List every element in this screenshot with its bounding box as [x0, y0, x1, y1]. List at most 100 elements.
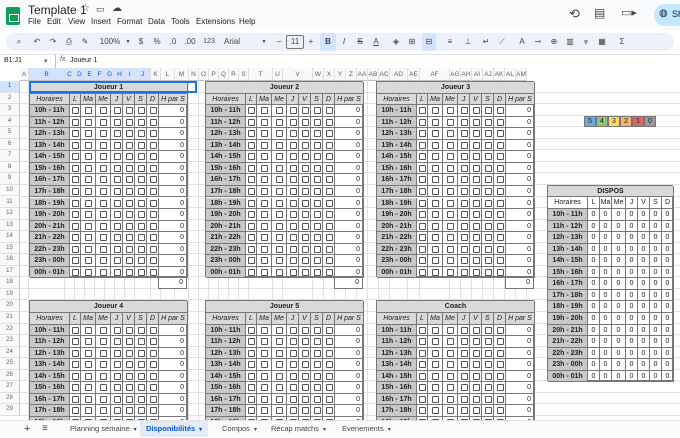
- availability-checkbox[interactable]: [419, 361, 426, 369]
- text-wrap-icon[interactable]: ↵: [480, 33, 492, 51]
- availability-checkbox[interactable]: [261, 338, 268, 346]
- availability-checkbox[interactable]: [149, 164, 157, 172]
- availability-checkbox[interactable]: [261, 130, 268, 138]
- availability-checkbox[interactable]: [460, 372, 468, 380]
- availability-checkbox[interactable]: [85, 245, 92, 253]
- availability-checkbox[interactable]: [149, 107, 157, 115]
- availability-checkbox[interactable]: [276, 245, 283, 253]
- availability-checkbox[interactable]: [149, 395, 157, 403]
- availability-checkbox[interactable]: [484, 130, 492, 138]
- availability-checkbox[interactable]: [85, 187, 92, 195]
- availability-checkbox[interactable]: [313, 326, 321, 334]
- availability-checkbox[interactable]: [432, 199, 439, 207]
- sheet-tab[interactable]: Compos ▾: [222, 421, 257, 437]
- availability-checkbox[interactable]: [301, 234, 309, 242]
- availability-checkbox[interactable]: [325, 257, 333, 265]
- availability-checkbox[interactable]: [496, 326, 504, 334]
- availability-checkbox[interactable]: [113, 384, 121, 392]
- availability-checkbox[interactable]: [149, 118, 157, 126]
- availability-checkbox[interactable]: [85, 211, 92, 219]
- availability-checkbox[interactable]: [261, 107, 268, 115]
- availability-checkbox[interactable]: [72, 153, 79, 161]
- availability-checkbox[interactable]: [496, 384, 504, 392]
- column-header-am[interactable]: AM: [516, 68, 527, 81]
- availability-checkbox[interactable]: [496, 395, 504, 403]
- availability-checkbox[interactable]: [137, 234, 145, 242]
- row-header-21[interactable]: 21: [0, 312, 20, 324]
- availability-checkbox[interactable]: [460, 176, 468, 184]
- availability-checkbox[interactable]: [301, 245, 309, 253]
- sheet-tab[interactable]: Evenements ▾: [342, 421, 391, 437]
- availability-checkbox[interactable]: [137, 384, 145, 392]
- availability-checkbox[interactable]: [137, 118, 145, 126]
- availability-checkbox[interactable]: [72, 338, 79, 346]
- availability-checkbox[interactable]: [248, 187, 255, 195]
- row-header-22[interactable]: 22: [0, 323, 20, 336]
- availability-checkbox[interactable]: [325, 211, 333, 219]
- availability-checkbox[interactable]: [447, 245, 454, 253]
- availability-checkbox[interactable]: [276, 199, 283, 207]
- text-color-icon[interactable]: A: [370, 33, 382, 51]
- availability-checkbox[interactable]: [100, 407, 107, 415]
- column-header-c[interactable]: C: [65, 68, 75, 81]
- availability-checkbox[interactable]: [289, 107, 297, 115]
- row-header-7[interactable]: 7: [0, 150, 20, 162]
- availability-checkbox[interactable]: [289, 222, 297, 230]
- availability-checkbox[interactable]: [276, 118, 283, 126]
- insert-link-icon[interactable]: ⊸: [532, 33, 544, 51]
- availability-checkbox[interactable]: [484, 395, 492, 403]
- availability-checkbox[interactable]: [447, 372, 454, 380]
- availability-checkbox[interactable]: [484, 107, 492, 115]
- availability-checkbox[interactable]: [276, 384, 283, 392]
- availability-checkbox[interactable]: [460, 338, 468, 346]
- availability-checkbox[interactable]: [496, 268, 504, 276]
- availability-checkbox[interactable]: [447, 211, 454, 219]
- availability-checkbox[interactable]: [313, 338, 321, 346]
- availability-checkbox[interactable]: [313, 118, 321, 126]
- availability-checkbox[interactable]: [484, 245, 492, 253]
- availability-checkbox[interactable]: [113, 361, 121, 369]
- zoom-chevron-down-icon[interactable]: ▾: [124, 33, 132, 51]
- availability-checkbox[interactable]: [432, 372, 439, 380]
- font-select[interactable]: Arial: [224, 33, 260, 51]
- availability-checkbox[interactable]: [313, 372, 321, 380]
- row-header-27[interactable]: 27: [0, 381, 20, 393]
- availability-checkbox[interactable]: [113, 153, 121, 161]
- availability-checkbox[interactable]: [325, 234, 333, 242]
- insert-chart-icon[interactable]: ▥: [564, 33, 576, 51]
- borders-icon[interactable]: ⊞: [406, 33, 418, 51]
- menu-tools[interactable]: Tools: [171, 17, 190, 26]
- availability-checkbox[interactable]: [137, 164, 145, 172]
- menu-extensions[interactable]: Extensions: [196, 17, 235, 26]
- availability-checkbox[interactable]: [325, 349, 333, 357]
- menu-file[interactable]: File: [28, 17, 41, 26]
- availability-checkbox[interactable]: [325, 395, 333, 403]
- availability-checkbox[interactable]: [276, 107, 283, 115]
- availability-checkbox[interactable]: [460, 199, 468, 207]
- availability-checkbox[interactable]: [125, 222, 133, 230]
- availability-checkbox[interactable]: [419, 268, 426, 276]
- availability-checkbox[interactable]: [248, 326, 255, 334]
- availability-checkbox[interactable]: [100, 361, 107, 369]
- availability-checkbox[interactable]: [72, 118, 79, 126]
- share-button[interactable]: ◍ Sh: [654, 4, 680, 26]
- availability-checkbox[interactable]: [325, 222, 333, 230]
- availability-checkbox[interactable]: [248, 118, 255, 126]
- availability-checkbox[interactable]: [276, 349, 283, 357]
- availability-checkbox[interactable]: [149, 141, 157, 149]
- availability-checkbox[interactable]: [419, 349, 426, 357]
- row-header-16[interactable]: 16: [0, 254, 20, 266]
- availability-checkbox[interactable]: [460, 257, 468, 265]
- availability-checkbox[interactable]: [484, 349, 492, 357]
- availability-checkbox[interactable]: [100, 234, 107, 242]
- availability-checkbox[interactable]: [85, 384, 92, 392]
- availability-checkbox[interactable]: [472, 234, 480, 242]
- availability-checkbox[interactable]: [85, 349, 92, 357]
- increase-decimals-button[interactable]: .00: [182, 33, 198, 51]
- availability-checkbox[interactable]: [419, 257, 426, 265]
- increase-font-size-icon[interactable]: +: [306, 33, 316, 51]
- availability-checkbox[interactable]: [472, 372, 480, 380]
- availability-checkbox[interactable]: [432, 187, 439, 195]
- availability-checkbox[interactable]: [325, 176, 333, 184]
- availability-checkbox[interactable]: [460, 211, 468, 219]
